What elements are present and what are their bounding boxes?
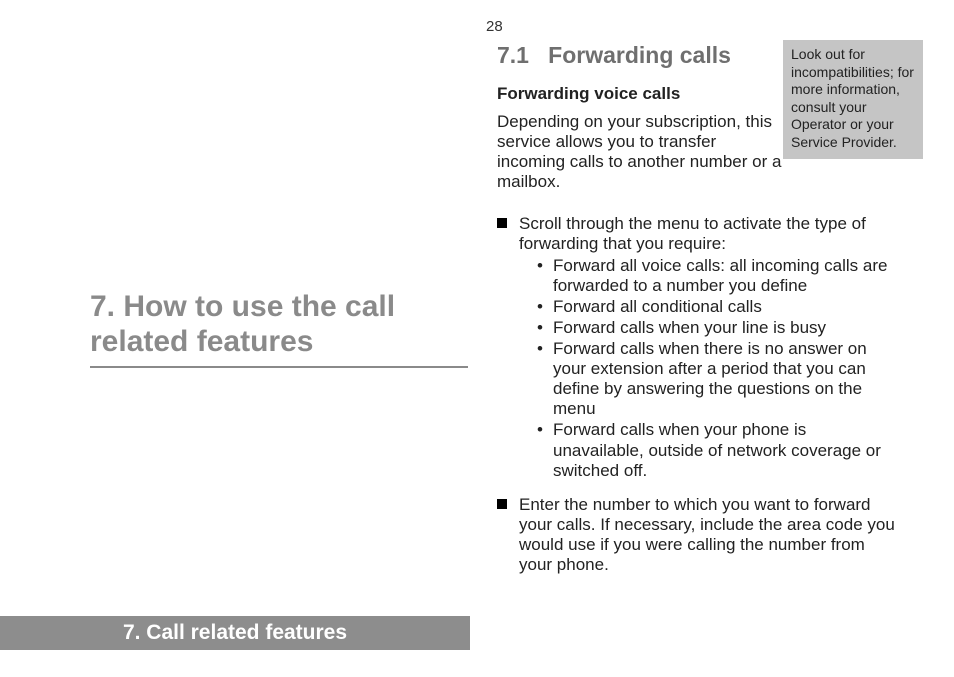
divider [90, 366, 468, 368]
footer-tab: 7. Call related features [0, 616, 470, 650]
section-title: Forwarding calls [548, 42, 731, 68]
list-item: Enter the number to which you want to fo… [497, 495, 897, 575]
sublist-item: Forward calls when there is no answer on… [537, 339, 897, 419]
side-note: Look out for incompatibilities; for more… [783, 40, 923, 159]
chapter-heading: 7. How to use the call related features [90, 290, 470, 359]
steps-list: Scroll through the menu to activate the … [497, 214, 897, 579]
sublist: Forward all voice calls: all incoming ca… [519, 256, 897, 481]
sublist-item: Forward all conditional calls [537, 297, 897, 317]
list-item-text: Enter the number to which you want to fo… [519, 495, 897, 575]
page-number: 28 [486, 18, 503, 35]
chapter-number: 7. [90, 290, 115, 325]
sublist-item: Forward calls when your line is busy [537, 318, 897, 338]
section-heading: 7.1 Forwarding calls [497, 42, 731, 69]
list-item-text: Scroll through the menu to activate the … [519, 214, 897, 254]
subheading: Forwarding voice calls [497, 84, 680, 104]
chapter-title: How to use the call related features [90, 290, 395, 358]
sublist-item: Forward all voice calls: all incoming ca… [537, 256, 897, 296]
list-item: Scroll through the menu to activate the … [497, 214, 897, 487]
square-bullet-icon [497, 499, 511, 575]
intro-paragraph: Depending on your subscription, this ser… [497, 112, 782, 192]
square-bullet-icon [497, 218, 511, 487]
section-number: 7.1 [497, 42, 529, 68]
footer-label: 7. Call related features [123, 621, 347, 645]
sublist-item: Forward calls when your phone is unavail… [537, 420, 897, 480]
